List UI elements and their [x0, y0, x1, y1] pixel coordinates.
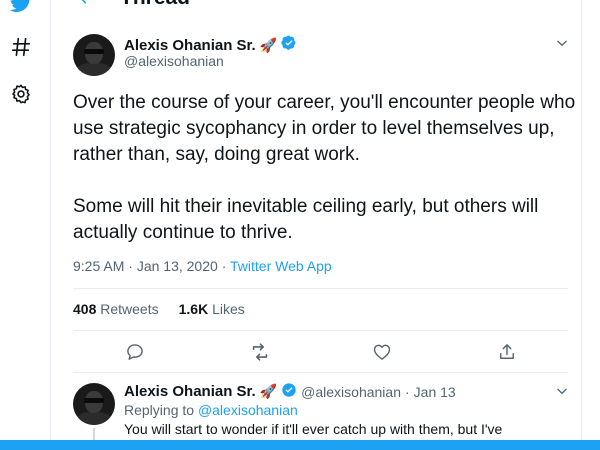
author-name[interactable]: Alexis Ohanian Sr. — [124, 37, 256, 54]
replying-to: Replying to @alexisohanian — [124, 402, 298, 418]
reply-body: You will start to wonder if it'll ever c… — [124, 421, 503, 437]
author-handle[interactable]: @alexisohanian — [124, 53, 224, 69]
divider — [73, 372, 568, 373]
avatar[interactable] — [73, 383, 115, 425]
avatar[interactable] — [73, 34, 115, 76]
divider — [73, 288, 568, 289]
tweet-time[interactable]: 9:25 AM — [73, 258, 124, 274]
reply-icon[interactable] — [123, 340, 147, 364]
hashtag-icon[interactable] — [8, 34, 34, 60]
author-handle[interactable]: @alexisohanian — [301, 384, 401, 400]
reply-author-row: Alexis Ohanian Sr. 🚀 @alexisohanian · Ja… — [124, 382, 456, 401]
tweet-paragraph: Some will hit their inevitable ceiling e… — [73, 196, 539, 243]
verified-badge-icon — [281, 35, 297, 56]
share-icon[interactable] — [495, 340, 519, 364]
likes-count: 1.6K — [178, 301, 209, 317]
chevron-down-icon[interactable] — [555, 384, 569, 403]
retweets-stat[interactable]: 408 Retweets — [73, 301, 159, 317]
tweet-source-app[interactable]: Twitter Web App — [230, 258, 332, 274]
tweet-body: Over the course of your career, you'll e… — [73, 90, 578, 246]
chevron-down-icon[interactable] — [555, 36, 569, 55]
tweet-date[interactable]: Jan 13, 2020 — [137, 258, 218, 274]
retweets-label: Retweets — [100, 301, 159, 317]
tweet-meta: 9:25 AM · Jan 13, 2020 · Twitter Web App — [73, 258, 332, 274]
replying-label: Replying to — [124, 402, 195, 418]
likes-stat[interactable]: 1.6K Likes — [179, 301, 245, 317]
verified-badge-icon — [281, 382, 297, 401]
reply-date[interactable]: Jan 13 — [414, 384, 456, 400]
divider — [73, 330, 568, 331]
rocket-emoji: 🚀 — [259, 383, 278, 399]
bottom-banner — [0, 440, 600, 450]
back-arrow-icon[interactable] — [78, 0, 94, 11]
like-icon[interactable] — [370, 340, 394, 364]
replying-mention[interactable]: @alexisohanian — [198, 402, 298, 418]
meta-separator: · — [128, 258, 133, 274]
twitter-bird-icon[interactable] — [8, 0, 34, 16]
meta-separator: · — [405, 383, 410, 400]
author-name[interactable]: Alexis Ohanian Sr. — [124, 383, 256, 400]
meta-separator: · — [221, 258, 227, 274]
tweet-stats: 408 Retweets 1.6K Likes — [73, 301, 245, 317]
settings-icon[interactable] — [8, 81, 34, 107]
page-title: Thread — [120, 0, 190, 10]
tweet-actions — [73, 340, 568, 364]
tweet-paragraph: Over the course of your career, you'll e… — [73, 92, 576, 165]
retweets-count: 408 — [73, 301, 97, 317]
retweet-icon[interactable] — [248, 340, 272, 364]
likes-label: Likes — [212, 301, 245, 317]
left-nav-rail — [0, 0, 50, 450]
rocket-emoji: 🚀 — [259, 37, 278, 53]
